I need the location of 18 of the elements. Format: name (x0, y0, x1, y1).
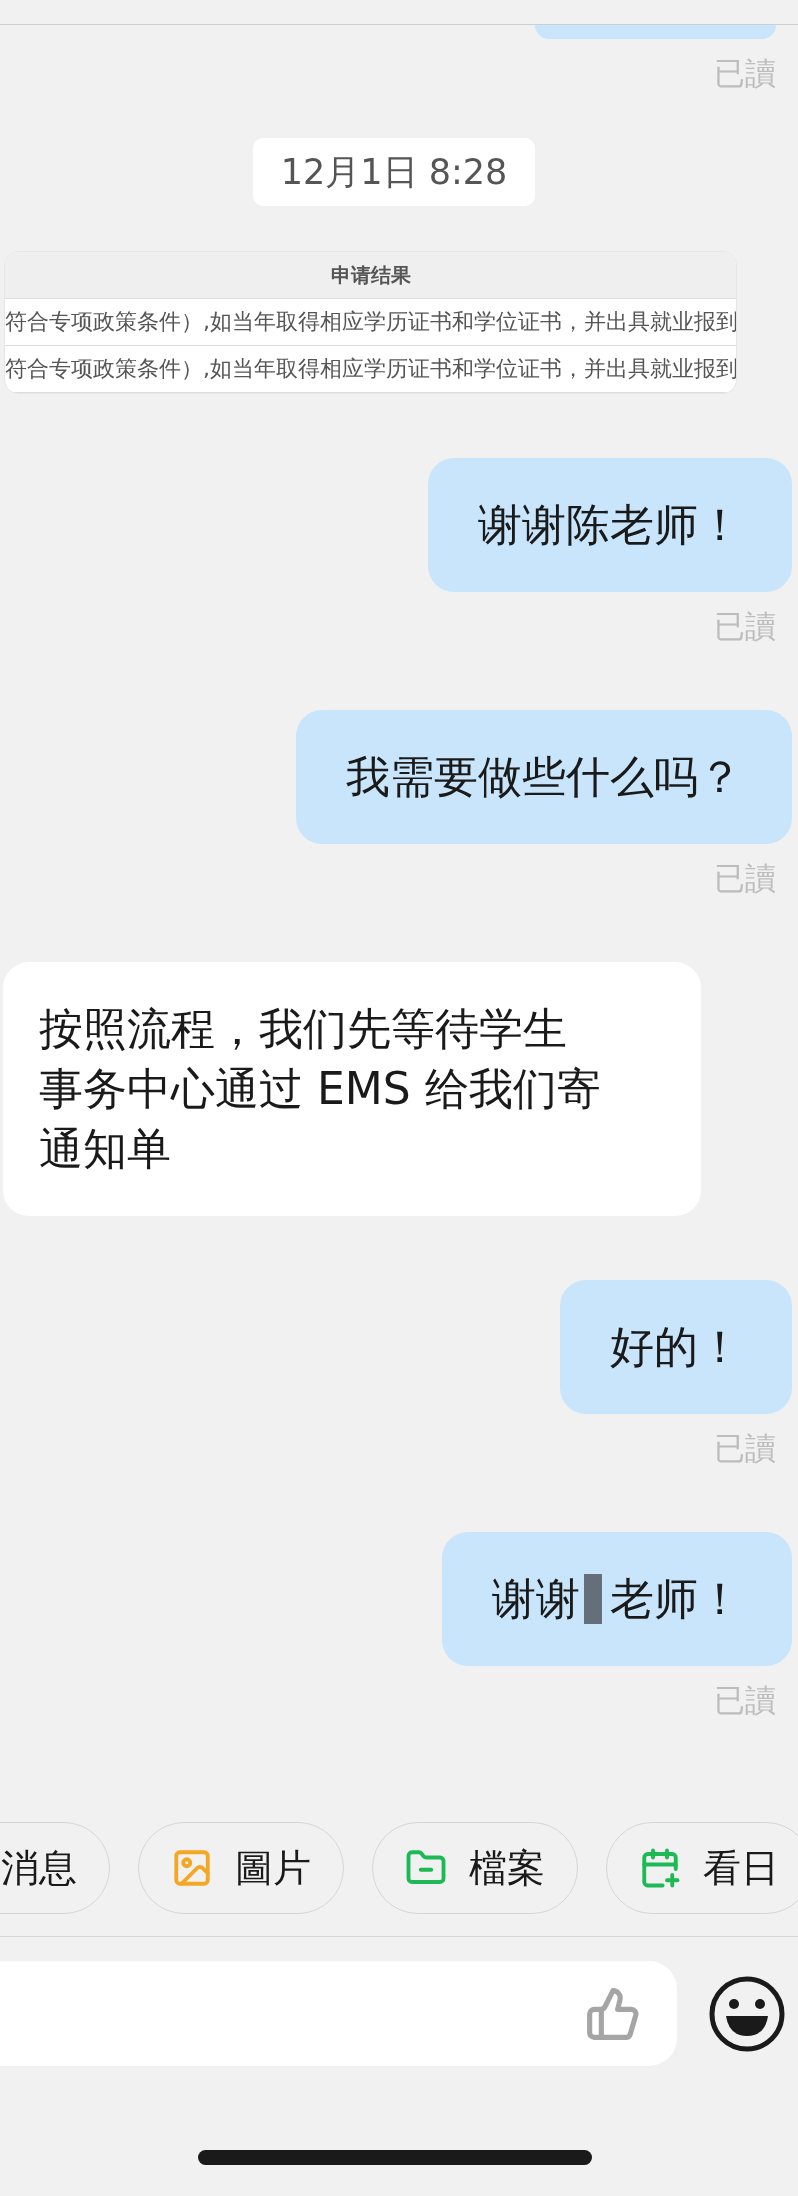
thumbs-up-icon[interactable] (585, 1985, 641, 2042)
image-message[interactable]: 申请结果 符合专项政策条件）,如当年取得相应学历证书和学位证书，并出具就业报到 符合专项政策条件）,如当年取得相应学历证书和学位证书，并出具就业报到 (4, 251, 737, 394)
sent-message: 谢谢陈老师！ (428, 458, 792, 592)
sent-message: 谢谢 老师！ (442, 1532, 792, 1666)
quick-action-chip[interactable]: 看日 (606, 1822, 798, 1914)
received-message: 按照流程，我们先等待学生 事务中心通过 EMS 给我们寄 通知单 (3, 962, 701, 1216)
sent-message: 好的！ (560, 1280, 792, 1414)
table-cell-text: 符合专项政策条件）,如当年取得相应学历证书和学位证书，并出具就业报到 (5, 308, 736, 336)
quick-action-chip[interactable]: 檔案 (372, 1822, 578, 1914)
image-icon (171, 1847, 213, 1889)
table-header: 申请结果 (330, 261, 411, 289)
timestamp: 12月1日 8:28 (252, 138, 536, 206)
quick-action-chip[interactable]: 圖片 (138, 1822, 344, 1914)
message-input[interactable] (0, 1961, 677, 2066)
table-cell-text: 符合专项政策条件）,如当年取得相应学历证书和学位证书，并出具就业报到 (5, 355, 736, 383)
quick-action-chip[interactable]: 消息 (0, 1822, 110, 1914)
sent-message: 我需要做些什么吗？ (296, 710, 792, 844)
calendar-plus-icon (639, 1847, 681, 1889)
